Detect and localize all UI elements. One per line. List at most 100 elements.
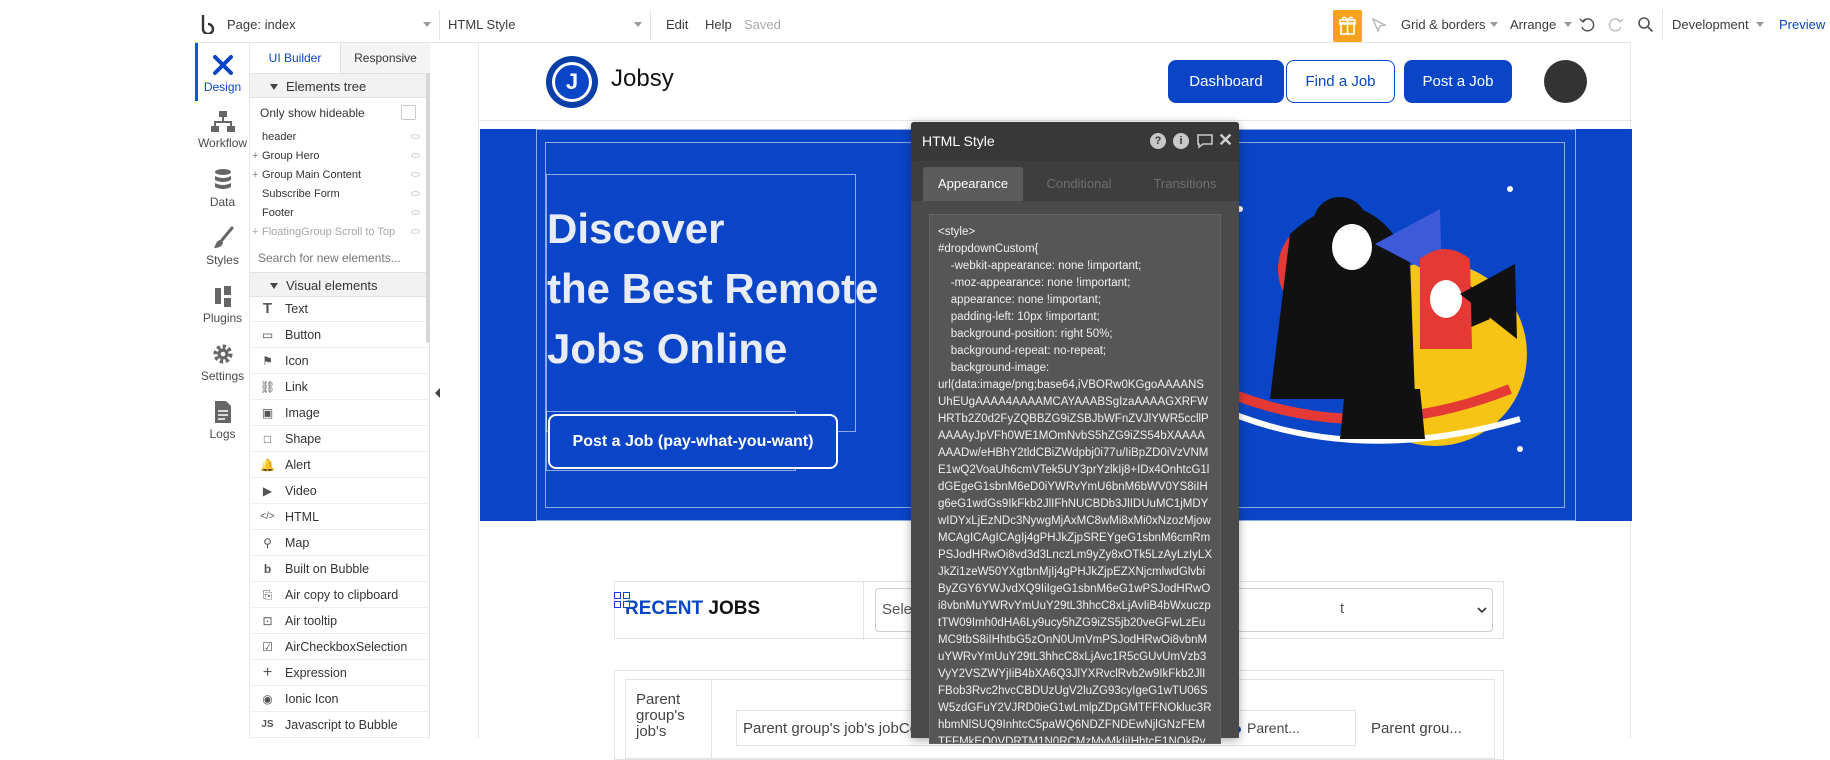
element-alert[interactable]: 🔔 Alert [250,452,430,478]
element-html[interactable]: </> HTML [250,504,430,530]
top-toolbar: Page: index HTML Style Edit Help Saved G… [195,0,1825,43]
undo-icon[interactable] [1579,16,1596,33]
rail-item-styles[interactable]: Styles [195,226,250,267]
element-label: Icon [285,354,309,368]
environment-chevron-icon[interactable] [1756,22,1764,27]
element-icon[interactable]: ⚑ Icon [250,348,430,374]
html-style-panel[interactable]: HTML Style ? i ✕ Appearance Conditional … [911,122,1239,744]
panel-header[interactable]: HTML Style ? i ✕ [911,122,1239,161]
tree-item-label: header [262,131,297,143]
close-icon[interactable]: ✕ [1218,130,1233,151]
element-search-input[interactable] [258,246,418,270]
grid-chevron-icon[interactable] [1490,22,1498,27]
gift-button[interactable] [1333,10,1362,42]
post-job-button[interactable]: Post a Job [1404,60,1512,103]
element-expression[interactable]: + Expression [250,660,430,686]
eye-icon[interactable] [411,134,420,139]
javascript-icon: JS [261,719,274,730]
tab-responsive[interactable]: Responsive [340,43,430,73]
element-ionic-icon[interactable]: ◉ Ionic Icon [250,686,430,712]
tree-item-label: Group Main Content [262,169,362,181]
rail-item-plugins[interactable]: Plugins [195,284,250,325]
tab-conditional[interactable]: Conditional [1029,167,1129,201]
tab-appearance[interactable]: Appearance [923,167,1023,201]
cursor-icon[interactable] [1371,17,1387,33]
jobsy-logo: J [546,56,598,108]
rail-item-logs[interactable]: Logs [195,400,250,441]
hero-post-job-button[interactable]: Post a Job (pay-what-you-want) [548,414,838,469]
element-text[interactable]: T Text [250,296,430,322]
recent-word: RECENT [625,598,704,619]
rail-item-data[interactable]: Data [195,168,250,209]
tab-ui-builder[interactable]: UI Builder [250,43,340,73]
visual-elements-header[interactable]: Visual elements [250,272,430,297]
eye-icon[interactable] [411,229,420,234]
workflow-icon [210,111,235,132]
elements-tree-header[interactable]: Elements tree [250,73,430,98]
help-icon[interactable]: ? [1150,133,1166,149]
eye-icon[interactable] [411,172,420,177]
element-selector-chevron-icon[interactable] [634,22,642,27]
eye-icon[interactable] [411,191,420,196]
canvas-header[interactable]: J Jobsy Dashboard Find a Job Post a Job [479,43,1632,121]
plug-icon [214,286,231,307]
page-selector-chevron-icon[interactable] [423,22,431,27]
panel-tabs: Appearance Conditional Transitions [911,161,1239,201]
element-label: Air tooltip [285,614,338,628]
tree-item-subscribe-form[interactable]: Subscribe Form [250,185,430,204]
user-avatar[interactable] [1544,60,1587,103]
info-icon[interactable]: i [1173,133,1189,149]
element-button[interactable]: ▭ Button [250,322,430,348]
only-hideable-label: Only show hideable [260,106,365,120]
rail-label: Workflow [197,136,248,150]
find-job-button[interactable]: Find a Job [1286,60,1395,103]
search-icon[interactable] [1637,16,1654,33]
element-shape[interactable]: □ Shape [250,426,430,452]
element-video[interactable]: ▶ Video [250,478,430,504]
tree-item-footer[interactable]: Footer [250,204,430,223]
tree-item-floating-group[interactable]: + FloatingGroup Scroll to Top [250,223,430,242]
environment-selector[interactable]: Development [1672,0,1749,50]
tree-item-group-main-content[interactable]: + Group Main Content [250,166,430,185]
bubble-logo-icon[interactable] [200,14,218,34]
expand-plus-icon[interactable]: + [252,223,258,242]
arrange-chevron-icon[interactable] [1564,22,1572,27]
only-hideable-toggle[interactable]: Only show hideable [250,102,430,124]
collapse-palette-icon[interactable] [430,378,446,408]
element-image[interactable]: ▣ Image [250,400,430,426]
rail-active-indicator [195,43,198,101]
rail-item-settings[interactable]: Settings [195,342,250,383]
element-air-copy[interactable]: ⎘ Air copy to clipboard [250,582,430,608]
element-link[interactable]: ⛓ Link [250,374,430,400]
element-selection-handle[interactable] [614,592,632,610]
tree-item-group-hero[interactable]: + Group Hero [250,147,430,166]
eye-icon[interactable] [411,210,420,215]
element-map[interactable]: ⚲ Map [250,530,430,556]
element-label: AirCheckboxSelection [285,640,408,654]
comment-icon[interactable] [1196,133,1214,149]
tab-transitions[interactable]: Transitions [1135,167,1235,201]
html-code-content[interactable]: <style> #dropdownCustom{ -webkit-appeara… [938,224,1212,743]
preview-link[interactable]: Preview [1779,0,1825,50]
redo-icon[interactable] [1607,16,1624,33]
section-title: Elements tree [286,79,367,94]
dashboard-button[interactable]: Dashboard [1168,60,1284,103]
expand-plus-icon[interactable]: + [252,166,258,185]
element-javascript-to-bubble[interactable]: JS Javascript to Bubble [250,712,430,738]
only-hideable-checkbox[interactable] [401,105,416,120]
element-label: Video [285,484,317,498]
chevron-down-icon[interactable] [1476,605,1488,615]
expand-plus-icon[interactable]: + [252,147,258,166]
element-air-checkbox[interactable]: ☑ AirCheckboxSelection [250,634,430,660]
element-air-tooltip[interactable]: ⊡ Air tooltip [250,608,430,634]
palette-scrollbar[interactable] [426,73,430,343]
rail-label: Plugins [202,311,243,325]
element-built-on-bubble[interactable]: b Built on Bubble [250,556,430,582]
eye-icon[interactable] [411,153,420,158]
rail-item-design[interactable]: Design [195,52,250,94]
dropdown-value-end: t [1340,588,1493,632]
rail-item-workflow[interactable]: Workflow [195,110,250,150]
tree-item-header[interactable]: header [250,128,430,147]
html-code-editor[interactable]: <style> #dropdownCustom{ -webkit-appeara… [929,214,1221,744]
database-icon [214,169,231,189]
